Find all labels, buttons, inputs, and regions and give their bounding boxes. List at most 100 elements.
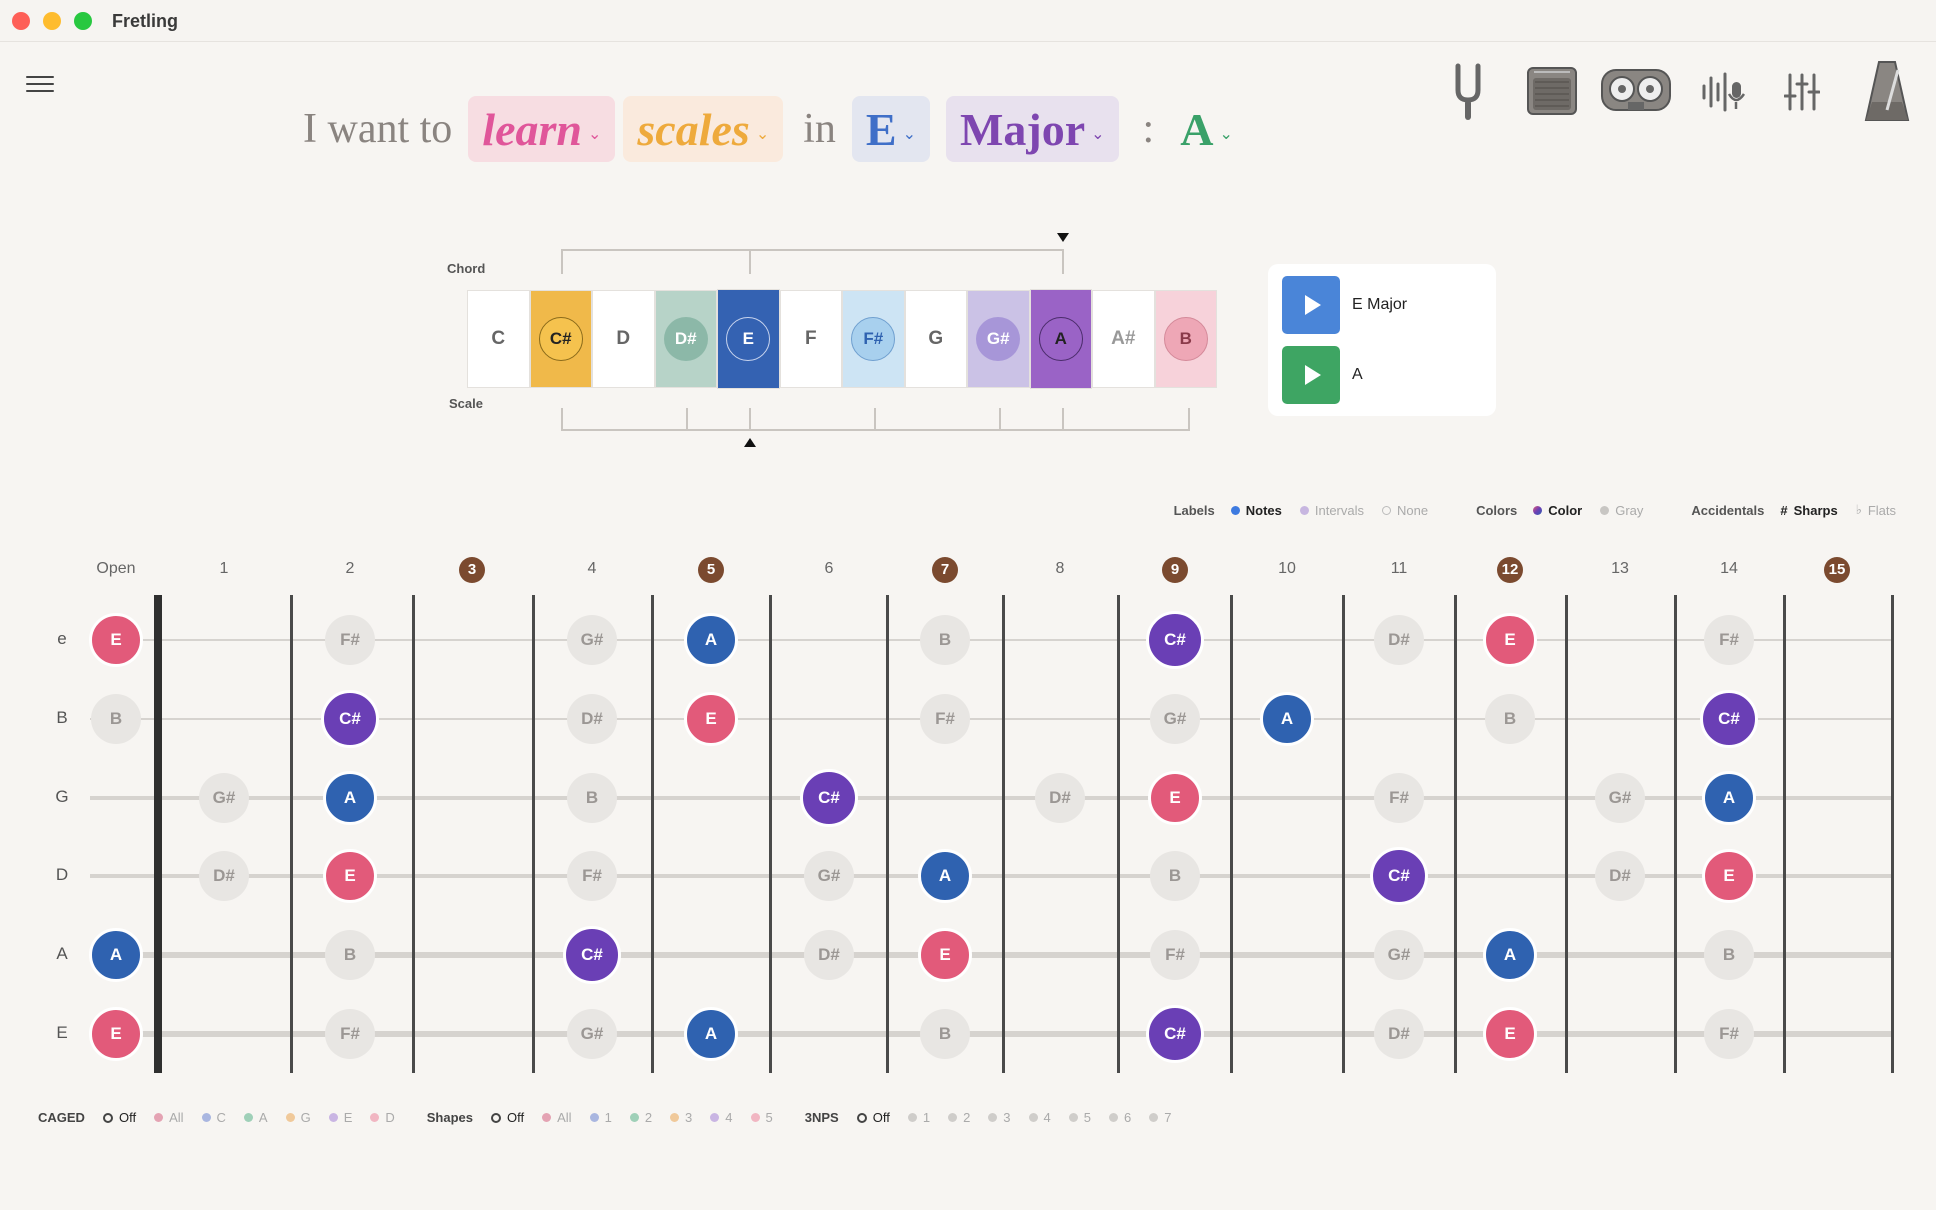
- fret-note-gray[interactable]: B: [567, 773, 617, 823]
- fret-numbers: Open 1 2 3 4 5 6 7 8 9 10 11 12 13 14 15: [0, 555, 1936, 585]
- fret-note-gray[interactable]: B: [920, 615, 970, 665]
- shapes-option-off[interactable]: Off: [491, 1110, 524, 1125]
- fret-note-third[interactable]: C#: [321, 690, 379, 748]
- strip-note-e[interactable]: E: [717, 289, 780, 389]
- fret-note-fifth[interactable]: A: [684, 613, 738, 667]
- fret-note-root[interactable]: E: [1702, 849, 1756, 903]
- fret-note-third[interactable]: C#: [1700, 690, 1758, 748]
- labels-intervals-option[interactable]: Intervals: [1299, 503, 1364, 518]
- shapes-option-2[interactable]: 2: [629, 1110, 652, 1125]
- strip-note-a[interactable]: A: [1029, 289, 1092, 389]
- strip-note-f-sharp[interactable]: F#: [842, 290, 905, 388]
- fret-note-gray[interactable]: F#: [1704, 1009, 1754, 1059]
- fret-note-gray[interactable]: B: [325, 930, 375, 980]
- fret-note-gray[interactable]: B: [91, 694, 141, 744]
- strip-note-a-sharp[interactable]: A#: [1092, 290, 1155, 388]
- fret-note-gray[interactable]: B: [1485, 694, 1535, 744]
- nps-option-1[interactable]: 1: [907, 1110, 930, 1125]
- accidentals-sharps-option[interactable]: # Sharps: [1780, 503, 1837, 518]
- fret-note-gray[interactable]: B: [1704, 930, 1754, 980]
- fret-note-gray[interactable]: F#: [567, 851, 617, 901]
- strip-note-c[interactable]: C: [467, 290, 530, 388]
- nps-option-off[interactable]: Off: [856, 1110, 890, 1125]
- fret-note-fifth[interactable]: A: [918, 849, 972, 903]
- fret-note-gray[interactable]: G#: [567, 1009, 617, 1059]
- fret-note-third[interactable]: C#: [1370, 847, 1428, 905]
- fret-note-root[interactable]: E: [684, 692, 738, 746]
- fret-note-root[interactable]: E: [89, 1007, 143, 1061]
- nps-option-4[interactable]: 4: [1028, 1110, 1051, 1125]
- fret-note-root[interactable]: E: [323, 849, 377, 903]
- fret-note-gray[interactable]: F#: [920, 694, 970, 744]
- shapes-option-5[interactable]: 5: [750, 1110, 773, 1125]
- play-chord-button[interactable]: [1282, 346, 1340, 404]
- fret-note-gray[interactable]: G#: [1374, 930, 1424, 980]
- caged-option-c[interactable]: C: [201, 1110, 226, 1125]
- strip-note-d[interactable]: D: [592, 290, 655, 388]
- labels-none-option[interactable]: None: [1382, 503, 1428, 518]
- nps-option-3[interactable]: 3: [988, 1110, 1011, 1125]
- fret-note-gray[interactable]: B: [920, 1009, 970, 1059]
- nps-option-6[interactable]: 6: [1109, 1110, 1131, 1125]
- fret-note-third[interactable]: C#: [563, 926, 621, 984]
- fret-note-gray[interactable]: F#: [1150, 930, 1200, 980]
- shapes-option-all[interactable]: All: [542, 1110, 572, 1125]
- fret-note-gray[interactable]: G#: [567, 615, 617, 665]
- fret-note-third[interactable]: C#: [1146, 1005, 1204, 1063]
- fret-note-fifth[interactable]: A: [1702, 771, 1756, 825]
- fret-note-gray[interactable]: G#: [1150, 694, 1200, 744]
- fret-note-gray[interactable]: D#: [567, 694, 617, 744]
- fret-wire: [412, 595, 415, 1073]
- shapes-option-1[interactable]: 1: [589, 1110, 612, 1125]
- fret-note-root[interactable]: E: [89, 613, 143, 667]
- caged-option-d[interactable]: D: [370, 1110, 395, 1125]
- play-scale-button[interactable]: [1282, 276, 1340, 334]
- fret-note-gray[interactable]: F#: [325, 1009, 375, 1059]
- fret-note-gray[interactable]: D#: [1374, 615, 1424, 665]
- fret-note-fifth[interactable]: A: [1260, 692, 1314, 746]
- nps-option-2[interactable]: 2: [948, 1110, 970, 1125]
- caged-option-a[interactable]: A: [243, 1110, 268, 1125]
- strip-note-c-sharp[interactable]: C#: [529, 290, 592, 388]
- fret-note-gray[interactable]: F#: [1374, 773, 1424, 823]
- caged-option-g[interactable]: G: [285, 1110, 311, 1125]
- fret-note-gray[interactable]: D#: [1595, 851, 1645, 901]
- fret-note-gray[interactable]: G#: [804, 851, 854, 901]
- nps-option-5[interactable]: 5: [1068, 1110, 1091, 1125]
- nps-option-7[interactable]: 7: [1149, 1110, 1171, 1125]
- accidentals-flats-option[interactable]: ♭ Flats: [1856, 502, 1896, 518]
- fret-note-fifth[interactable]: A: [323, 771, 377, 825]
- strip-note-g[interactable]: G: [904, 290, 967, 388]
- caged-option-e[interactable]: E: [328, 1110, 352, 1125]
- shapes-option-4[interactable]: 4: [710, 1110, 733, 1125]
- fret-note-third[interactable]: C#: [1146, 611, 1204, 669]
- fret-note-gray[interactable]: G#: [1595, 773, 1645, 823]
- colors-gray-option[interactable]: Gray: [1600, 503, 1643, 518]
- fret-note-fifth[interactable]: A: [89, 928, 143, 982]
- strip-note-f[interactable]: F: [779, 290, 842, 388]
- fret-note-root[interactable]: E: [1148, 771, 1202, 825]
- caged-option-off[interactable]: Off: [102, 1110, 136, 1125]
- fret-note-fifth[interactable]: A: [684, 1007, 738, 1061]
- shapes-option-3[interactable]: 3: [670, 1110, 692, 1125]
- labels-notes-option[interactable]: Notes: [1230, 503, 1282, 518]
- fret-note-gray[interactable]: D#: [1374, 1009, 1424, 1059]
- fret-wire: [1230, 595, 1233, 1073]
- fret-note-root[interactable]: E: [1483, 613, 1537, 667]
- fret-note-root[interactable]: E: [918, 928, 972, 982]
- strip-note-d-sharp[interactable]: D#: [654, 290, 717, 388]
- colors-color-option[interactable]: Color: [1533, 503, 1582, 518]
- fret-note-gray[interactable]: F#: [325, 615, 375, 665]
- caged-option-all[interactable]: All: [154, 1110, 184, 1125]
- fret-note-root[interactable]: E: [1483, 1007, 1537, 1061]
- fret-note-gray[interactable]: G#: [199, 773, 249, 823]
- strip-note-b[interactable]: B: [1154, 290, 1217, 388]
- fret-note-gray[interactable]: B: [1150, 851, 1200, 901]
- fret-note-third[interactable]: C#: [800, 769, 858, 827]
- fret-note-gray[interactable]: D#: [199, 851, 249, 901]
- fret-note-fifth[interactable]: A: [1483, 928, 1537, 982]
- fret-note-gray[interactable]: D#: [804, 930, 854, 980]
- fret-note-gray[interactable]: D#: [1035, 773, 1085, 823]
- fret-note-gray[interactable]: F#: [1704, 615, 1754, 665]
- strip-note-g-sharp[interactable]: G#: [967, 290, 1030, 388]
